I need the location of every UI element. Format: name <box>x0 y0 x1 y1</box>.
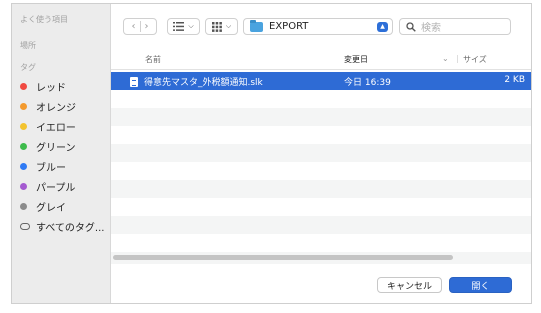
horizontal-scrollbar[interactable] <box>113 255 453 260</box>
search-input[interactable]: 検索 <box>399 18 511 35</box>
sidebar-item-tag-red[interactable]: レッド <box>20 78 66 94</box>
search-placeholder: 検索 <box>421 23 441 34</box>
tag-yellow-dot-icon <box>20 122 27 130</box>
updown-chevron-icon: ▲ <box>377 22 388 32</box>
open-file-dialog: よく使う項目 場所 タグ レッド オレンジ イエロー グリーン ブルー パープル <box>11 3 532 304</box>
file-date: 今日 16:39 <box>344 78 391 88</box>
open-button[interactable]: 開く <box>449 277 512 293</box>
folder-name: EXPORT <box>269 21 309 32</box>
sidebar-item-all-tags[interactable]: すべてのタグ... <box>20 218 104 234</box>
toolbar: ‹ › ⌵ ⌵ EXPORT ▲ 検索 <box>111 4 531 46</box>
empty-row <box>111 108 531 126</box>
document-icon <box>130 76 138 87</box>
list-header: 名前 変更日 ⌄ | サイズ <box>111 46 531 70</box>
empty-row <box>111 180 531 198</box>
sidebar-item-tag-blue[interactable]: ブルー <box>20 158 66 174</box>
sidebar-item-tag-orange[interactable]: オレンジ <box>20 98 76 114</box>
sidebar-item-tag-purple[interactable]: パープル <box>20 178 75 194</box>
empty-row <box>111 126 531 144</box>
chevron-down-icon: ⌵ <box>225 22 232 30</box>
empty-row <box>111 234 531 252</box>
sidebar-heading-locations: 場所 <box>20 41 36 50</box>
file-list: 名前 変更日 ⌄ | サイズ 得意先マスタ_外税額通知.slk 今日 16:39… <box>111 46 531 264</box>
sidebar-heading-favorites: よく使う項目 <box>20 15 68 24</box>
tag-orange-dot-icon <box>20 102 27 110</box>
empty-row <box>111 198 531 216</box>
tag-purple-dot-icon <box>20 182 27 190</box>
sidebar-item-label: グリーン <box>36 142 76 154</box>
column-header-size[interactable]: サイズ <box>463 54 487 65</box>
empty-row <box>111 90 531 108</box>
file-name-cell: 得意先マスタ_外税額通知.slk <box>130 75 263 88</box>
sidebar-item-label: ブルー <box>36 162 66 174</box>
empty-row <box>111 162 531 180</box>
sidebar-item-tag-green[interactable]: グリーン <box>20 138 76 154</box>
tag-blue-dot-icon <box>20 162 27 170</box>
sidebar-item-label: レッド <box>36 82 66 94</box>
column-divider: | <box>456 54 459 63</box>
folder-location-select[interactable]: EXPORT ▲ <box>243 18 393 35</box>
list-view-icon <box>173 22 185 31</box>
search-icon <box>406 21 416 32</box>
chevron-left-icon[interactable]: ‹ <box>132 21 136 32</box>
dialog-footer: キャンセル 開く <box>111 264 531 303</box>
chevron-down-icon: ⌵ <box>188 22 194 30</box>
column-header-name[interactable]: 名前 <box>145 54 161 65</box>
sidebar-item-label: グレイ <box>36 202 66 214</box>
grid-view-icon <box>211 21 222 32</box>
file-name: 得意先マスタ_外税額通知.slk <box>144 78 263 88</box>
sort-chevron-icon: ⌄ <box>442 54 449 63</box>
sidebar-item-label: パープル <box>36 182 76 194</box>
grid-view-button[interactable]: ⌵ <box>205 18 238 35</box>
cancel-button[interactable]: キャンセル <box>377 277 442 293</box>
tag-gray-dot-icon <box>20 202 27 210</box>
file-rows: 得意先マスタ_外税額通知.slk 今日 16:39 2 KB <box>111 72 531 264</box>
sidebar: よく使う項目 場所 タグ レッド オレンジ イエロー グリーン ブルー パープル <box>12 4 111 303</box>
tag-green-dot-icon <box>20 142 27 150</box>
sidebar-item-label: オレンジ <box>36 102 76 114</box>
sidebar-heading-tags: タグ <box>20 63 36 72</box>
column-header-date[interactable]: 変更日 <box>344 54 368 65</box>
folder-icon <box>250 19 263 32</box>
sidebar-item-tag-yellow[interactable]: イエロー <box>20 118 76 134</box>
sidebar-item-label: すべてのタグ... <box>36 222 105 234</box>
tag-red-dot-icon <box>20 82 27 90</box>
empty-row <box>111 144 531 162</box>
chevron-right-icon[interactable]: › <box>145 21 149 32</box>
sidebar-item-tag-gray[interactable]: グレイ <box>20 198 66 214</box>
file-row[interactable]: 得意先マスタ_外税額通知.slk 今日 16:39 2 KB <box>111 72 531 90</box>
all-tags-icon <box>20 222 30 230</box>
list-view-button[interactable]: ⌵ <box>167 18 200 35</box>
back-forward-buttons: ‹ › <box>123 18 157 35</box>
file-size: 2 KB <box>504 75 525 85</box>
sidebar-item-label: イエロー <box>36 122 76 134</box>
empty-row <box>111 216 531 234</box>
